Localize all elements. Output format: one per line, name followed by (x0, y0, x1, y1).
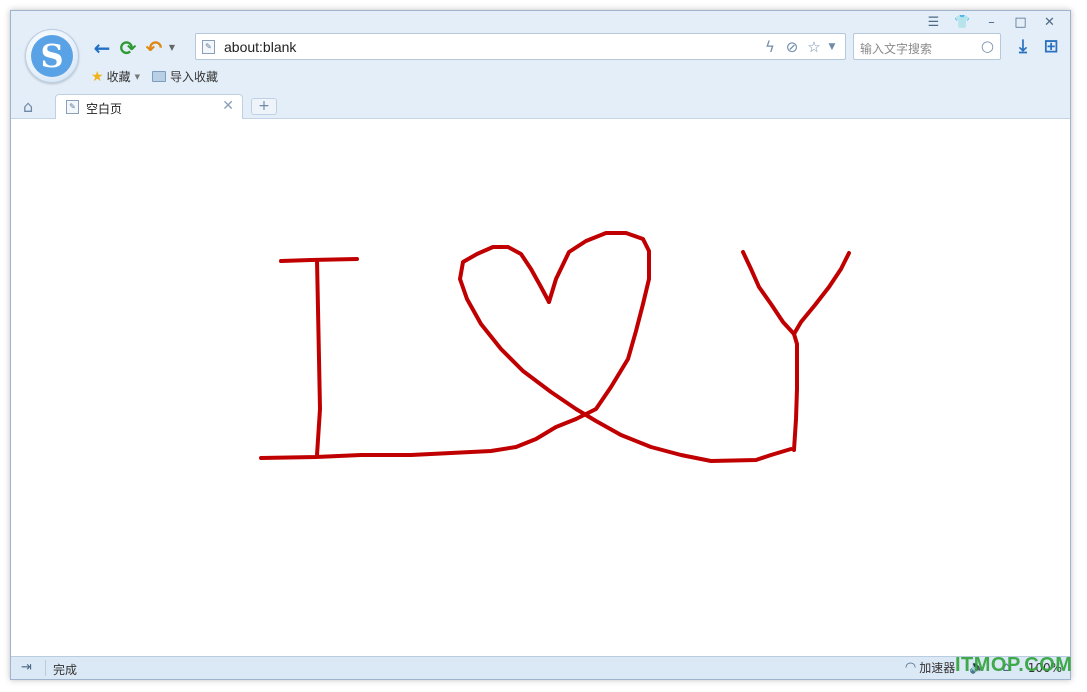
shirt-icon[interactable]: 👕 (948, 13, 977, 33)
sidebar-toggle-icon[interactable]: ⇥ (21, 660, 32, 675)
accelerator-icon: ◠ (904, 660, 917, 675)
letter-y-stem-stroke (792, 332, 799, 452)
accelerator-button[interactable]: ◠ 加速器 (905, 659, 955, 676)
undo-close-tab-icon[interactable]: ↶ (141, 35, 167, 61)
undo-dropdown-chevron-icon[interactable]: ▼ (167, 35, 177, 61)
tab-label: 空白页 (86, 102, 123, 116)
address-bar[interactable]: ✎ about:blank ϟ ⊘ ☆ ▼ (195, 33, 846, 60)
import-favorites-button[interactable]: 导入收藏 (151, 68, 218, 85)
status-text: 完成 (53, 663, 78, 677)
watermark-text: ITMOP.COM (955, 654, 1073, 676)
page-content (11, 119, 1070, 656)
import-favorites-label: 导入收藏 (169, 70, 218, 84)
favorites-button[interactable]: ★ 收藏 ▼ (91, 68, 140, 85)
shield-icon[interactable]: ⊘ (781, 37, 803, 57)
right-toolbar: ⤓ ⊞ (1009, 35, 1065, 59)
menu-icon[interactable]: ☰ (919, 13, 948, 33)
navigation-buttons: ← ⟳ ↶ ▼ (89, 35, 177, 61)
maximize-icon[interactable]: □ (1006, 13, 1035, 33)
page-icon: ✎ (202, 40, 215, 54)
heart-left-lobe-stroke (458, 245, 793, 463)
chevron-down-icon[interactable]: ▼ (825, 37, 839, 57)
letter-y-left-arm-stroke (741, 250, 796, 336)
favorites-star-icon: ★ (91, 68, 104, 85)
search-input[interactable]: 输入文字搜索 (860, 40, 932, 57)
heart-right-lobe-stroke (547, 231, 651, 421)
accelerator-label: 加速器 (919, 661, 956, 675)
star-icon[interactable]: ☆ (803, 37, 825, 57)
close-icon[interactable]: ✕ (1035, 13, 1064, 33)
address-input[interactable]: about:blank (224, 39, 296, 55)
address-bar-tools: ϟ ⊘ ☆ ▼ (759, 37, 839, 57)
window-controls: ☰ 👕 – □ ✕ (919, 13, 1064, 33)
letter-i-vertical-stroke (315, 258, 322, 457)
tab-page-icon: ✎ (66, 100, 79, 114)
status-bar: ⇥ 完成 ◠ 加速器 🔈 ⌂ 100% (11, 656, 1070, 679)
search-icon[interactable]: ○ (981, 37, 994, 55)
lightning-icon[interactable]: ϟ (759, 37, 781, 57)
tab-bar: ⌂ ✎ 空白页 ✕ + (11, 94, 1070, 120)
handwriting-drawing (259, 231, 851, 463)
minimize-icon[interactable]: – (977, 13, 1006, 33)
tab-close-icon[interactable]: ✕ (222, 98, 234, 114)
home-icon[interactable]: ⌂ (23, 97, 33, 116)
tab-blank-page[interactable]: ✎ 空白页 ✕ (55, 94, 243, 120)
bookmarks-bar: ★ 收藏 ▼ 导入收藏 (91, 68, 230, 85)
search-box[interactable]: 输入文字搜索 ○ (853, 33, 1001, 60)
apps-grid-icon[interactable]: ⊞ (1037, 35, 1065, 59)
letter-i-bottom-and-baseline-stroke (259, 417, 578, 460)
sogou-logo-icon[interactable]: S (25, 29, 79, 83)
back-arrow-icon[interactable]: ← (89, 35, 115, 61)
new-tab-plus-icon[interactable]: + (251, 98, 277, 115)
letter-y-right-arm-stroke (792, 251, 851, 336)
favorites-label: 收藏 (106, 70, 131, 84)
browser-window: S ☰ 👕 – □ ✕ ← ⟳ ↶ ▼ ✎ about:blank ϟ ⊘ ☆ … (10, 10, 1071, 680)
download-icon[interactable]: ⤓ (1009, 35, 1037, 59)
status-divider (45, 660, 46, 676)
browser-chrome: S ☰ 👕 – □ ✕ ← ⟳ ↶ ▼ ✎ about:blank ϟ ⊘ ☆ … (11, 11, 1070, 120)
favorites-chevron-down-icon: ▼ (134, 72, 140, 81)
folder-icon (151, 71, 166, 82)
refresh-icon[interactable]: ⟳ (115, 35, 141, 61)
